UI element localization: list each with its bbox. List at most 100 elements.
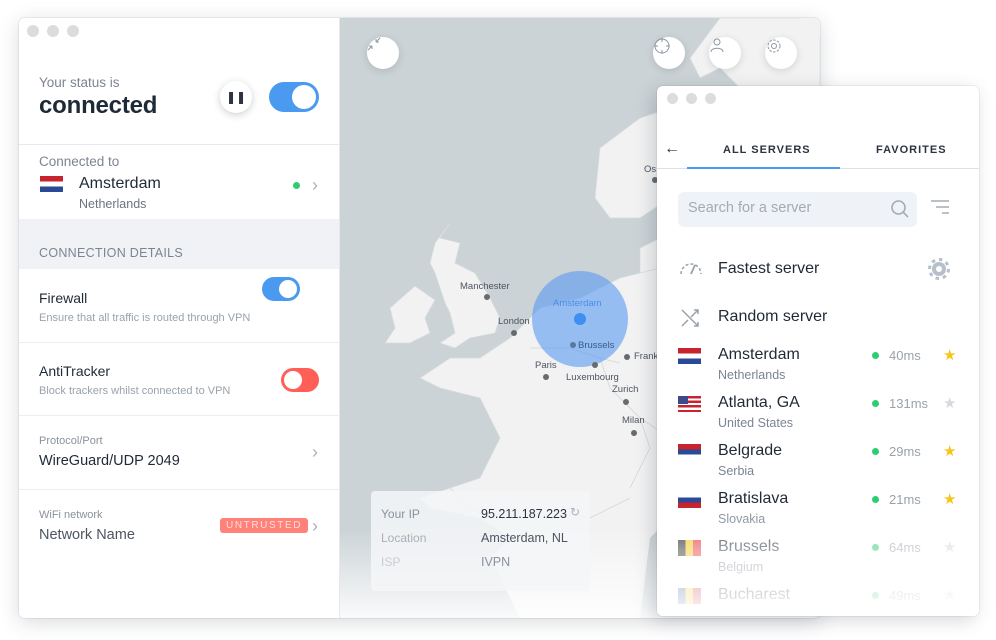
search-icon[interactable] — [890, 199, 910, 219]
status-state: connected — [39, 92, 158, 119]
online-dot — [872, 448, 879, 455]
city-dot[interactable] — [484, 294, 490, 300]
zoom-button[interactable] — [67, 25, 79, 37]
isp-label: ISP — [381, 555, 401, 569]
back-arrow-icon[interactable]: ← — [664, 140, 680, 158]
connected-country: Netherlands — [79, 197, 147, 211]
locate-button[interactable] — [653, 37, 685, 69]
server-ping: 40ms — [889, 348, 921, 363]
wifi-row[interactable]: WiFi network Network Name UNTRUSTED › — [19, 490, 339, 564]
filter-icon[interactable] — [930, 199, 950, 215]
server-ping: 29ms — [889, 444, 921, 459]
gear-icon[interactable] — [928, 258, 950, 280]
search-placeholder: Search for a server — [688, 200, 812, 216]
city-dot[interactable] — [511, 330, 517, 336]
untrusted-badge: UNTRUSTED — [220, 518, 309, 533]
protocol-value: WireGuard/UDP 2049 — [39, 453, 180, 469]
server-city: Atlanta, GA — [718, 394, 800, 411]
city-dot[interactable] — [570, 342, 576, 348]
firewall-title: Firewall — [39, 290, 88, 306]
city-dot[interactable] — [592, 362, 598, 368]
favorite-star-icon[interactable]: ★ — [943, 586, 956, 604]
status-section: Your status is connected ❚❚ — [19, 18, 339, 145]
slovakia-flag-icon — [678, 492, 701, 508]
protocol-row[interactable]: Protocol/Port WireGuard/UDP 2049 › — [19, 416, 339, 490]
city-label: Brussels — [578, 340, 615, 351]
random-server[interactable]: Random server — [718, 308, 827, 326]
favorite-star-icon[interactable]: ★ — [943, 538, 956, 556]
city-dot[interactable] — [623, 399, 629, 405]
protocol-label: Protocol/Port — [39, 435, 103, 447]
antitracker-subtitle: Block trackers whilst connected to VPN — [39, 385, 231, 397]
belgium-flag-icon — [678, 540, 701, 556]
city-dot[interactable] — [543, 374, 549, 380]
antitracker-title: AntiTracker — [39, 363, 111, 379]
romania-flag-icon — [678, 588, 701, 604]
server-country: Serbia — [718, 464, 755, 478]
servers-window: ← ALL SERVERS FAVORITES Search for a ser… — [657, 86, 979, 616]
chevron-right-icon: › — [312, 442, 318, 462]
status-label: Your status is — [39, 75, 120, 90]
refresh-icon[interactable]: ↻ — [570, 505, 580, 519]
server-ping: 131ms — [889, 396, 929, 411]
pause-button[interactable]: ❚❚ — [220, 81, 252, 113]
chevron-right-icon: › — [312, 516, 318, 536]
favorite-star-icon[interactable]: ★ — [943, 394, 956, 412]
server-city: Bucharest — [718, 586, 791, 603]
firewall-row: Firewall Ensure that all traffic is rout… — [19, 269, 339, 343]
chevron-right-icon: › — [312, 175, 318, 195]
pause-icon: ❚❚ — [225, 90, 247, 104]
zoom-button[interactable] — [705, 93, 716, 104]
favorite-star-icon[interactable]: ★ — [943, 490, 956, 508]
window-controls — [27, 25, 79, 37]
favorite-star-icon[interactable]: ★ — [943, 442, 956, 460]
server-ping: 64ms — [889, 540, 921, 555]
wifi-value: Network Name — [39, 527, 135, 543]
tab-all-servers[interactable]: ALL SERVERS — [723, 144, 811, 156]
location-value: Amsterdam, NL — [481, 531, 568, 545]
city-label: London — [498, 316, 530, 327]
server-ping: 49ms — [889, 588, 921, 603]
fastest-server[interactable]: Fastest server — [718, 260, 819, 278]
us-flag-icon — [678, 396, 701, 412]
settings-button[interactable] — [765, 37, 797, 69]
server-city: Amsterdam — [718, 346, 800, 363]
connected-server[interactable]: Connected to Amsterdam Netherlands › — [19, 145, 339, 219]
server-country: Slovakia — [718, 512, 766, 526]
connected-to-label: Connected to — [39, 154, 120, 169]
ip-value: 95.211.187.223 — [481, 507, 567, 521]
ip-info-card: Your IP 95.211.187.223 ↻ Location Amster… — [371, 491, 590, 591]
server-city: Bratislava — [718, 490, 789, 507]
city-dot[interactable] — [624, 354, 630, 360]
ip-label: Your IP — [381, 507, 420, 521]
account-button[interactable] — [709, 37, 741, 69]
minimize-button[interactable] — [47, 25, 59, 37]
favorite-star-icon[interactable]: ★ — [943, 346, 956, 364]
minimize-button[interactable] — [686, 93, 697, 104]
online-dot — [872, 400, 879, 407]
close-button[interactable] — [667, 93, 678, 104]
firewall-toggle[interactable] — [262, 277, 300, 301]
city-label: Zurich — [612, 384, 639, 395]
online-dot — [872, 544, 879, 551]
tab-favorites[interactable]: FAVORITES — [876, 144, 947, 156]
city-dot[interactable] — [631, 430, 637, 436]
minimize-icon — [367, 37, 381, 51]
isp-value: IVPN — [481, 555, 511, 569]
antitracker-toggle[interactable] — [281, 368, 319, 392]
netherlands-flag-icon — [678, 348, 701, 364]
server-city: Belgrade — [718, 442, 783, 459]
server-country: United States — [718, 416, 794, 430]
server-country: Belgium — [718, 560, 764, 574]
city-label: Os — [644, 164, 657, 175]
online-dot — [872, 496, 879, 503]
city-label: Manchester — [460, 281, 510, 292]
window-controls — [667, 93, 716, 104]
speedometer-icon — [680, 263, 702, 275]
city-label: Luxembourg — [566, 372, 619, 383]
close-button[interactable] — [27, 25, 39, 37]
online-dot — [872, 352, 879, 359]
current-location-marker[interactable] — [574, 313, 586, 325]
minimize-map-button[interactable] — [367, 37, 399, 69]
connect-toggle[interactable] — [269, 82, 319, 112]
